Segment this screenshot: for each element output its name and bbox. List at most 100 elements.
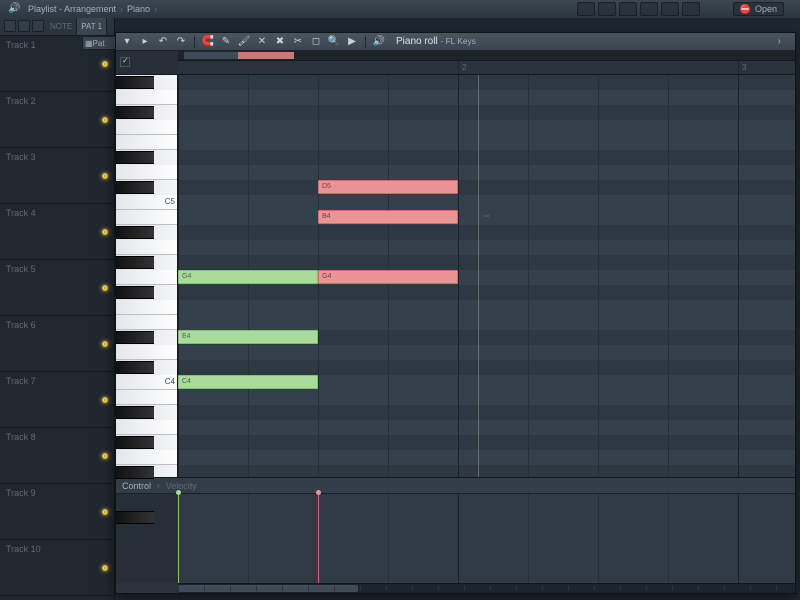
- toolbar-button[interactable]: [619, 2, 637, 16]
- track-led-icon[interactable]: [102, 61, 108, 67]
- piano-white-key[interactable]: [116, 390, 177, 405]
- piano-keyboard[interactable]: C5C4: [116, 75, 178, 477]
- play-icon[interactable]: [138, 35, 152, 49]
- piano-white-key[interactable]: [116, 315, 177, 330]
- no-entry-icon: [740, 4, 751, 15]
- midi-note[interactable]: B4: [318, 210, 458, 224]
- track-led-icon[interactable]: [102, 173, 108, 179]
- piano-black-key[interactable]: [116, 511, 154, 524]
- toolbar-button[interactable]: [682, 2, 700, 16]
- midi-note[interactable]: G4: [178, 270, 318, 284]
- speaker-icon[interactable]: [372, 35, 386, 49]
- track-led-icon[interactable]: [102, 397, 108, 403]
- overview-strip[interactable]: [178, 51, 795, 61]
- piano-black-key[interactable]: [116, 76, 154, 89]
- track-header[interactable]: Track 10: [0, 540, 114, 596]
- piano-white-key[interactable]: [116, 300, 177, 315]
- piano-black-key[interactable]: [116, 256, 154, 269]
- pencil-icon[interactable]: [219, 35, 233, 49]
- timeline-ruler[interactable]: 23: [178, 61, 795, 75]
- playlist-tool-icon[interactable]: [18, 20, 30, 32]
- track-led-icon[interactable]: [102, 453, 108, 459]
- piano-black-key[interactable]: [116, 436, 154, 449]
- track-header[interactable]: Track 8: [0, 428, 114, 484]
- track-led-icon[interactable]: [102, 229, 108, 235]
- loop-end-handle[interactable]: ⇔: [482, 210, 491, 220]
- chevron-right-icon[interactable]: ›: [778, 36, 781, 47]
- brush-icon[interactable]: [237, 35, 251, 49]
- magnet-icon[interactable]: [201, 35, 215, 49]
- piano-white-key[interactable]: [116, 135, 177, 150]
- track-header[interactable]: Track 7: [0, 372, 114, 428]
- piano-black-key[interactable]: [116, 181, 154, 194]
- undo-icon[interactable]: [156, 35, 170, 49]
- open-button[interactable]: Open: [733, 2, 784, 16]
- tab-pattern[interactable]: PAT 1: [77, 18, 107, 35]
- track-header[interactable]: Track 3: [0, 148, 114, 204]
- piano-roll-instrument[interactable]: FL Keys: [446, 36, 476, 46]
- piano-white-key[interactable]: [116, 345, 177, 360]
- velocity-event[interactable]: [318, 493, 320, 583]
- piano-white-key[interactable]: [116, 120, 177, 135]
- pattern-clip[interactable]: ▦ Pat: [82, 36, 118, 50]
- piano-white-key[interactable]: [116, 420, 177, 435]
- control-label[interactable]: Control: [116, 481, 157, 491]
- toolbar-button[interactable]: [661, 2, 679, 16]
- track-led-icon[interactable]: [102, 341, 108, 347]
- checkbox-icon[interactable]: [120, 57, 130, 67]
- zoom-icon[interactable]: [327, 35, 341, 49]
- delete-icon[interactable]: [255, 35, 269, 49]
- playhead[interactable]: [478, 75, 479, 477]
- speaker-icon: 🔊: [8, 3, 20, 14]
- track-led-icon[interactable]: [102, 565, 108, 571]
- slice-icon[interactable]: [291, 35, 305, 49]
- track-header[interactable]: Track 2: [0, 92, 114, 148]
- select-icon[interactable]: [309, 35, 323, 49]
- note-grid[interactable]: D5 B4 G4G4 E4 C4 ⇔: [178, 75, 795, 477]
- playback-icon[interactable]: [345, 35, 359, 49]
- piano-white-key[interactable]: [116, 450, 177, 465]
- control-param[interactable]: Velocity: [160, 481, 203, 491]
- piano-white-key[interactable]: [116, 165, 177, 180]
- piano-white-key[interactable]: [116, 240, 177, 255]
- menu-icon[interactable]: [120, 35, 134, 49]
- mute-icon[interactable]: [273, 35, 287, 49]
- playlist-tool-icon[interactable]: [4, 20, 16, 32]
- midi-note[interactable]: G4: [318, 270, 458, 284]
- toolbar-button[interactable]: [577, 2, 595, 16]
- horizontal-scrollbar[interactable]: [178, 583, 795, 593]
- piano-black-key[interactable]: [116, 226, 154, 239]
- midi-note[interactable]: E4: [178, 330, 318, 344]
- midi-note[interactable]: D5: [318, 180, 458, 194]
- redo-icon[interactable]: [174, 35, 188, 49]
- tab-note[interactable]: NOTE: [46, 18, 77, 35]
- piano-black-key[interactable]: [116, 286, 154, 299]
- track-header[interactable]: Track 6: [0, 316, 114, 372]
- track-led-icon[interactable]: [102, 285, 108, 291]
- midi-note[interactable]: C4: [178, 375, 318, 389]
- piano-roll-toolbar: Piano roll - FL Keys ›: [116, 33, 795, 51]
- scrollbar-thumb[interactable]: [178, 585, 358, 592]
- track-header[interactable]: Track 9: [0, 484, 114, 540]
- piano-black-key[interactable]: [116, 151, 154, 164]
- toolbar-button[interactable]: [598, 2, 616, 16]
- piano-black-key[interactable]: [116, 331, 154, 344]
- piano-black-key[interactable]: [116, 106, 154, 119]
- piano-black-key[interactable]: [116, 406, 154, 419]
- breadcrumb-item[interactable]: Playlist - Arrangement: [28, 4, 116, 14]
- velocity-event[interactable]: [178, 493, 180, 583]
- toolbar-button[interactable]: [640, 2, 658, 16]
- piano-white-key[interactable]: [116, 90, 177, 105]
- piano-white-key[interactable]: [116, 210, 177, 225]
- piano-black-key[interactable]: [116, 466, 154, 479]
- breadcrumb-item[interactable]: Piano: [127, 4, 150, 14]
- control-lane-body[interactable]: [178, 494, 795, 583]
- track-led-icon[interactable]: [102, 117, 108, 123]
- track-header[interactable]: Track 5: [0, 260, 114, 316]
- track-header[interactable]: Track 4: [0, 204, 114, 260]
- track-led-icon[interactable]: [102, 509, 108, 515]
- playlist-tool-icon[interactable]: [32, 20, 44, 32]
- piano-black-key[interactable]: [116, 361, 154, 374]
- overview-region[interactable]: [238, 52, 294, 59]
- piano-white-key[interactable]: [116, 270, 177, 285]
